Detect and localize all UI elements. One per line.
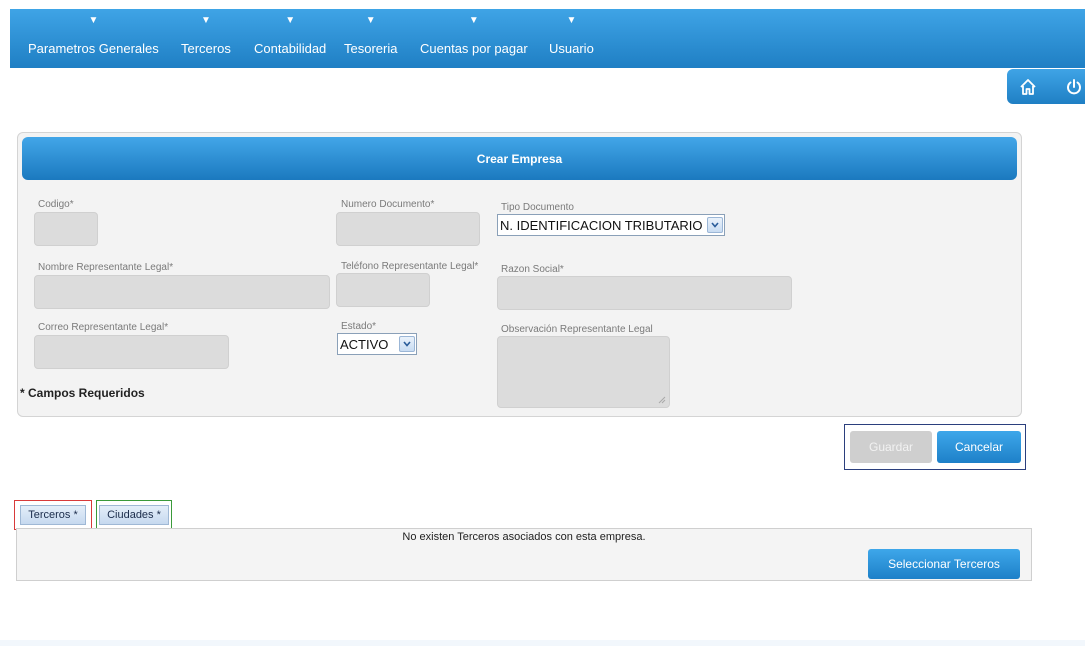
nav-label: Tesoreria xyxy=(344,41,398,56)
observacion-textarea[interactable] xyxy=(497,336,670,408)
tab-label: Terceros * xyxy=(20,505,86,525)
footer-divider xyxy=(0,640,1085,646)
chevron-down-icon xyxy=(707,217,723,233)
dropdown-arrow-icon: ▼ xyxy=(88,15,99,26)
nav-contabilidad[interactable]: ▼ Contabilidad xyxy=(254,15,326,57)
nav-usuario[interactable]: ▼ Usuario xyxy=(549,15,594,57)
tab-label: Ciudades * xyxy=(99,505,169,525)
panel-title: Crear Empresa xyxy=(22,137,1017,180)
telefono-representante-label: Teléfono Representante Legal* xyxy=(341,261,479,272)
razon-social-label: Razon Social* xyxy=(501,264,564,275)
nav-parametros-generales[interactable]: ▼ Parametros Generales xyxy=(28,15,159,57)
nav-label: Terceros xyxy=(181,41,231,56)
tipo-documento-value: N. IDENTIFICACION TRIBUTARIO xyxy=(500,217,703,233)
guardar-button[interactable]: Guardar xyxy=(850,431,932,463)
telefono-representante-input[interactable] xyxy=(336,273,430,307)
correo-representante-label: Correo Representante Legal* xyxy=(38,322,169,333)
observacion-label: Observación Representante Legal xyxy=(501,324,653,335)
nav-label: Usuario xyxy=(549,41,594,56)
seleccionar-terceros-button[interactable]: Seleccionar Terceros xyxy=(868,549,1020,579)
nombre-representante-input[interactable] xyxy=(34,275,330,309)
top-navbar: ▼ Parametros Generales ▼ Terceros ▼ Cont… xyxy=(10,9,1085,68)
nav-label: Cuentas por pagar xyxy=(420,41,528,56)
dropdown-arrow-icon: ▼ xyxy=(365,15,376,26)
dropdown-arrow-icon: ▼ xyxy=(285,15,296,26)
dropdown-arrow-icon: ▼ xyxy=(566,15,577,26)
tab-ciudades[interactable]: Ciudades * xyxy=(96,500,172,530)
codigo-input[interactable] xyxy=(34,212,98,246)
power-icon[interactable] xyxy=(1064,77,1084,97)
nav-label: Contabilidad xyxy=(254,41,327,56)
resize-handle-icon[interactable] xyxy=(658,396,666,404)
estado-select[interactable]: ACTIVO xyxy=(337,333,417,355)
dropdown-arrow-icon: ▼ xyxy=(200,15,211,26)
nav-terceros[interactable]: ▼ Terceros xyxy=(181,15,231,57)
numero-documento-input[interactable] xyxy=(336,212,480,246)
tab-terceros[interactable]: Terceros * xyxy=(14,500,92,530)
cancelar-button[interactable]: Cancelar xyxy=(937,431,1021,463)
correo-representante-input[interactable] xyxy=(34,335,229,369)
home-icon[interactable] xyxy=(1018,77,1038,97)
tipo-documento-label: Tipo Documento xyxy=(501,202,574,213)
nombre-representante-label: Nombre Representante Legal* xyxy=(38,262,174,273)
form-actions: Guardar Cancelar xyxy=(844,424,1026,470)
estado-value: ACTIVO xyxy=(340,336,389,352)
nav-label: Parametros Generales xyxy=(28,41,159,56)
razon-social-input[interactable] xyxy=(497,276,792,310)
nav-cuentas-por-pagar[interactable]: ▼ Cuentas por pagar xyxy=(420,15,528,57)
nav-tesoreria[interactable]: ▼ Tesoreria xyxy=(344,15,397,57)
empty-message: No existen Terceros asociados con esta e… xyxy=(402,531,646,543)
tipo-documento-select[interactable]: N. IDENTIFICACION TRIBUTARIO xyxy=(497,214,725,236)
codigo-label: Codigo* xyxy=(38,199,74,210)
dropdown-arrow-icon: ▼ xyxy=(468,15,479,26)
estado-label: Estado* xyxy=(341,321,377,332)
quick-actions-bar xyxy=(1007,69,1085,104)
numero-documento-label: Numero Documento* xyxy=(341,199,435,210)
required-fields-note: * Campos Requeridos xyxy=(20,386,145,400)
chevron-down-icon xyxy=(399,336,415,352)
